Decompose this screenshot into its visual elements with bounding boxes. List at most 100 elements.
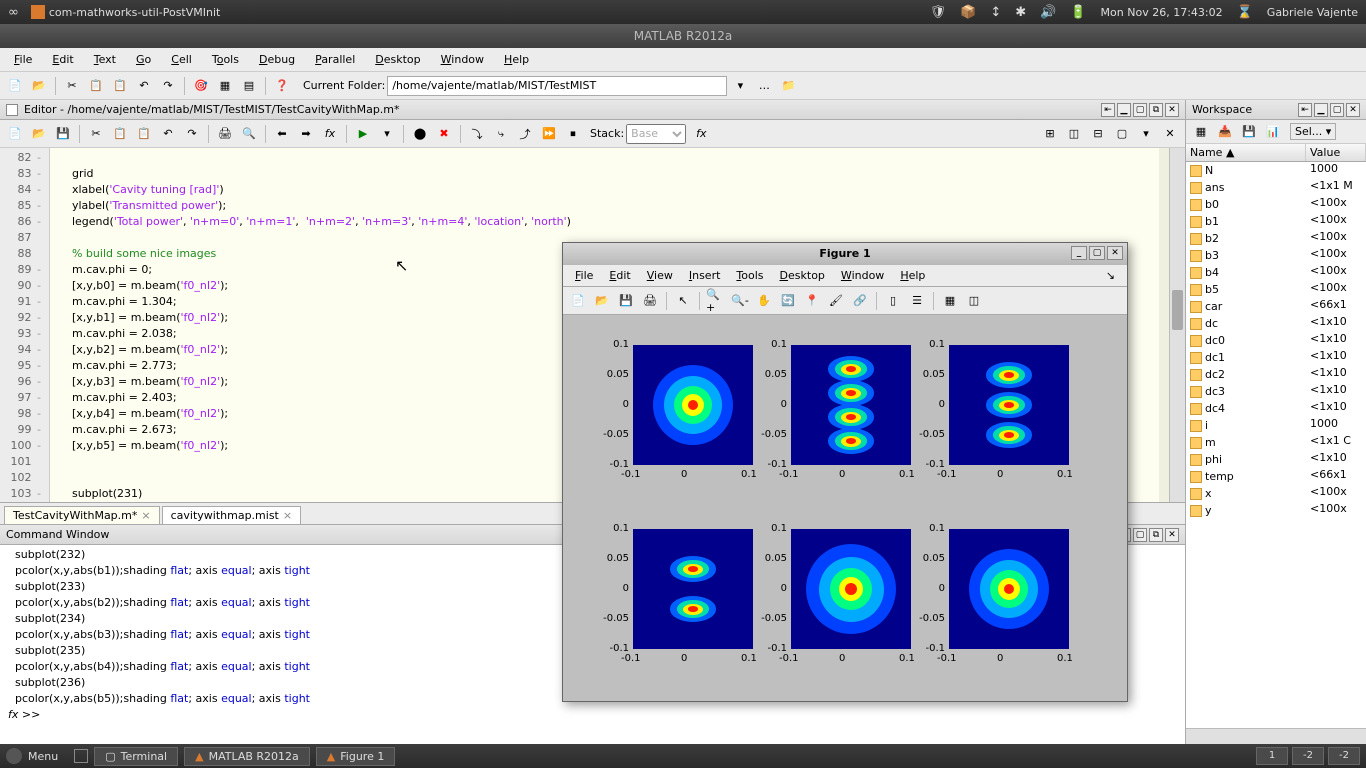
fig-menu-desktop[interactable]: Desktop <box>772 267 833 284</box>
close-icon[interactable]: ✕ <box>1159 123 1181 145</box>
menu-help[interactable]: Help <box>496 51 537 68</box>
close-icon[interactable]: ✕ <box>1346 103 1360 117</box>
menu-desktop[interactable]: Desktop <box>367 51 428 68</box>
pan-icon[interactable]: ✋ <box>753 290 775 312</box>
pointer-icon[interactable]: ↖ <box>672 290 694 312</box>
fig-menu-expand-icon[interactable]: ↘ <box>1098 267 1123 284</box>
close-icon[interactable]: ✕ <box>1107 246 1123 260</box>
save-icon[interactable]: 💾 <box>52 123 74 145</box>
run-icon[interactable]: ▶ <box>352 123 374 145</box>
menu-button[interactable]: Menu <box>28 750 58 763</box>
brush-icon[interactable]: 🖌 <box>825 290 847 312</box>
package-icon[interactable]: 📦 <box>960 5 976 20</box>
rotate-icon[interactable]: 🔄 <box>777 290 799 312</box>
folder-dropdown-icon[interactable]: ▾ <box>729 75 751 97</box>
clock[interactable]: Mon Nov 26, 17:43:02 <box>1101 6 1223 19</box>
workspace-row[interactable]: dc4<1x10 <box>1186 400 1366 417</box>
step-icon[interactable]: ⤵ <box>466 123 488 145</box>
hide-tools-icon[interactable]: ▦ <box>939 290 961 312</box>
workspace-row[interactable]: b2<100x <box>1186 230 1366 247</box>
close-icon[interactable]: ✕ <box>1165 103 1179 117</box>
new-icon[interactable]: 📄 <box>4 75 26 97</box>
paste-icon[interactable]: 📋 <box>109 75 131 97</box>
zoom-in-icon[interactable]: 🔍+ <box>705 290 727 312</box>
workspace-row[interactable]: car<66x1 <box>1186 298 1366 315</box>
figure-window[interactable]: Figure 1 _ ▢ ✕ File Edit View Insert Too… <box>562 242 1128 702</box>
minimize-icon[interactable]: ▁ <box>1117 103 1131 117</box>
workspace-row[interactable]: y<100x <box>1186 502 1366 519</box>
workspace-row[interactable]: ans<1x1 M <box>1186 179 1366 196</box>
open-icon[interactable]: 📂 <box>28 75 50 97</box>
link-icon[interactable]: 🔗 <box>849 290 871 312</box>
menu-edit[interactable]: Edit <box>44 51 81 68</box>
volume-icon[interactable]: 🔊 <box>1040 5 1056 20</box>
forward-icon[interactable]: ➡ <box>295 123 317 145</box>
redo-icon[interactable]: ↷ <box>181 123 203 145</box>
current-folder-input[interactable] <box>387 76 727 96</box>
fig-menu-file[interactable]: File <box>567 267 601 284</box>
workspace-2[interactable]: -2 <box>1292 747 1324 765</box>
cut-icon[interactable]: ✂ <box>85 123 107 145</box>
bluetooth-icon[interactable]: ✱ <box>1015 5 1026 20</box>
tile-icon[interactable]: ⊞ <box>1039 123 1061 145</box>
stack-select[interactable]: Base <box>626 124 686 144</box>
menu-text[interactable]: Text <box>86 51 124 68</box>
zoom-out-icon[interactable]: 🔍- <box>729 290 751 312</box>
print-fig-icon[interactable]: 🖨 <box>639 290 661 312</box>
workspace-row[interactable]: temp<66x1 <box>1186 468 1366 485</box>
workspace-row[interactable]: phi<1x10 <box>1186 451 1366 468</box>
fx-label[interactable]: fx <box>696 127 706 140</box>
legend-icon[interactable]: ☰ <box>906 290 928 312</box>
workspace-row[interactable]: m<1x1 C <box>1186 434 1366 451</box>
maximize-icon[interactable]: ▢ <box>1133 528 1147 542</box>
header-name[interactable]: Name ▲ <box>1186 144 1306 161</box>
clear-breakpoint-icon[interactable]: ✖ <box>433 123 455 145</box>
find-icon[interactable]: 🔍 <box>238 123 260 145</box>
workspace-hscroll[interactable] <box>1186 728 1366 744</box>
workspace-row[interactable]: dc3<1x10 <box>1186 383 1366 400</box>
dock-icon[interactable]: ⇤ <box>1101 103 1115 117</box>
split-v-icon[interactable]: ⊟ <box>1087 123 1109 145</box>
workspace-row[interactable]: b4<100x <box>1186 264 1366 281</box>
close-icon[interactable]: ✕ <box>1165 528 1179 542</box>
undo-icon[interactable]: ↶ <box>157 123 179 145</box>
fig-menu-tools[interactable]: Tools <box>728 267 771 284</box>
minimize-icon[interactable]: ▁ <box>1314 103 1328 117</box>
paste-icon[interactable]: 📋 <box>133 123 155 145</box>
browse-folder-icon[interactable]: … <box>753 75 775 97</box>
cut-icon[interactable]: ✂ <box>61 75 83 97</box>
workspace-3[interactable]: -2 <box>1328 747 1360 765</box>
maximize-icon[interactable]: ▢ <box>1089 246 1105 260</box>
guide-icon[interactable]: ▦ <box>214 75 236 97</box>
continue-icon[interactable]: ⏩ <box>538 123 560 145</box>
apps-icon[interactable]: ∞ <box>8 5 19 20</box>
workspace-row[interactable]: i1000 <box>1186 417 1366 434</box>
close-tab-icon[interactable]: × <box>141 509 150 522</box>
save-fig-icon[interactable]: 💾 <box>615 290 637 312</box>
maximize-icon[interactable]: ▢ <box>1330 103 1344 117</box>
menu-icon[interactable] <box>6 748 22 764</box>
menu-go[interactable]: Go <box>128 51 159 68</box>
save-ws-icon[interactable]: 💾 <box>1238 121 1260 143</box>
new-fig-icon[interactable]: 📄 <box>567 290 589 312</box>
menu-parallel[interactable]: Parallel <box>307 51 363 68</box>
fig-menu-window[interactable]: Window <box>833 267 892 284</box>
workspace-row[interactable]: dc<1x10 <box>1186 315 1366 332</box>
close-tab-icon[interactable]: × <box>283 509 292 522</box>
menu-debug[interactable]: Debug <box>251 51 303 68</box>
show-desktop-icon[interactable] <box>74 749 88 763</box>
workspace-row[interactable]: x<100x <box>1186 485 1366 502</box>
battery-icon[interactable]: 🔋 <box>1070 5 1086 20</box>
new-var-icon[interactable]: ▦ <box>1190 121 1212 143</box>
simulink-icon[interactable]: 🎯 <box>190 75 212 97</box>
function-icon[interactable]: fx <box>319 123 341 145</box>
float-icon[interactable]: ▢ <box>1111 123 1133 145</box>
task-figure[interactable]: ▲Figure 1 <box>316 747 396 766</box>
colorbar-icon[interactable]: ▯ <box>882 290 904 312</box>
workspace-header[interactable]: Name ▲ Value <box>1186 144 1366 162</box>
exit-debug-icon[interactable]: ⏹ <box>562 123 584 145</box>
copy-icon[interactable]: 📋 <box>109 123 131 145</box>
menu-tools[interactable]: Tools <box>204 51 247 68</box>
scrollbar-thumb[interactable] <box>1172 290 1183 330</box>
workspace-row[interactable]: dc1<1x10 <box>1186 349 1366 366</box>
